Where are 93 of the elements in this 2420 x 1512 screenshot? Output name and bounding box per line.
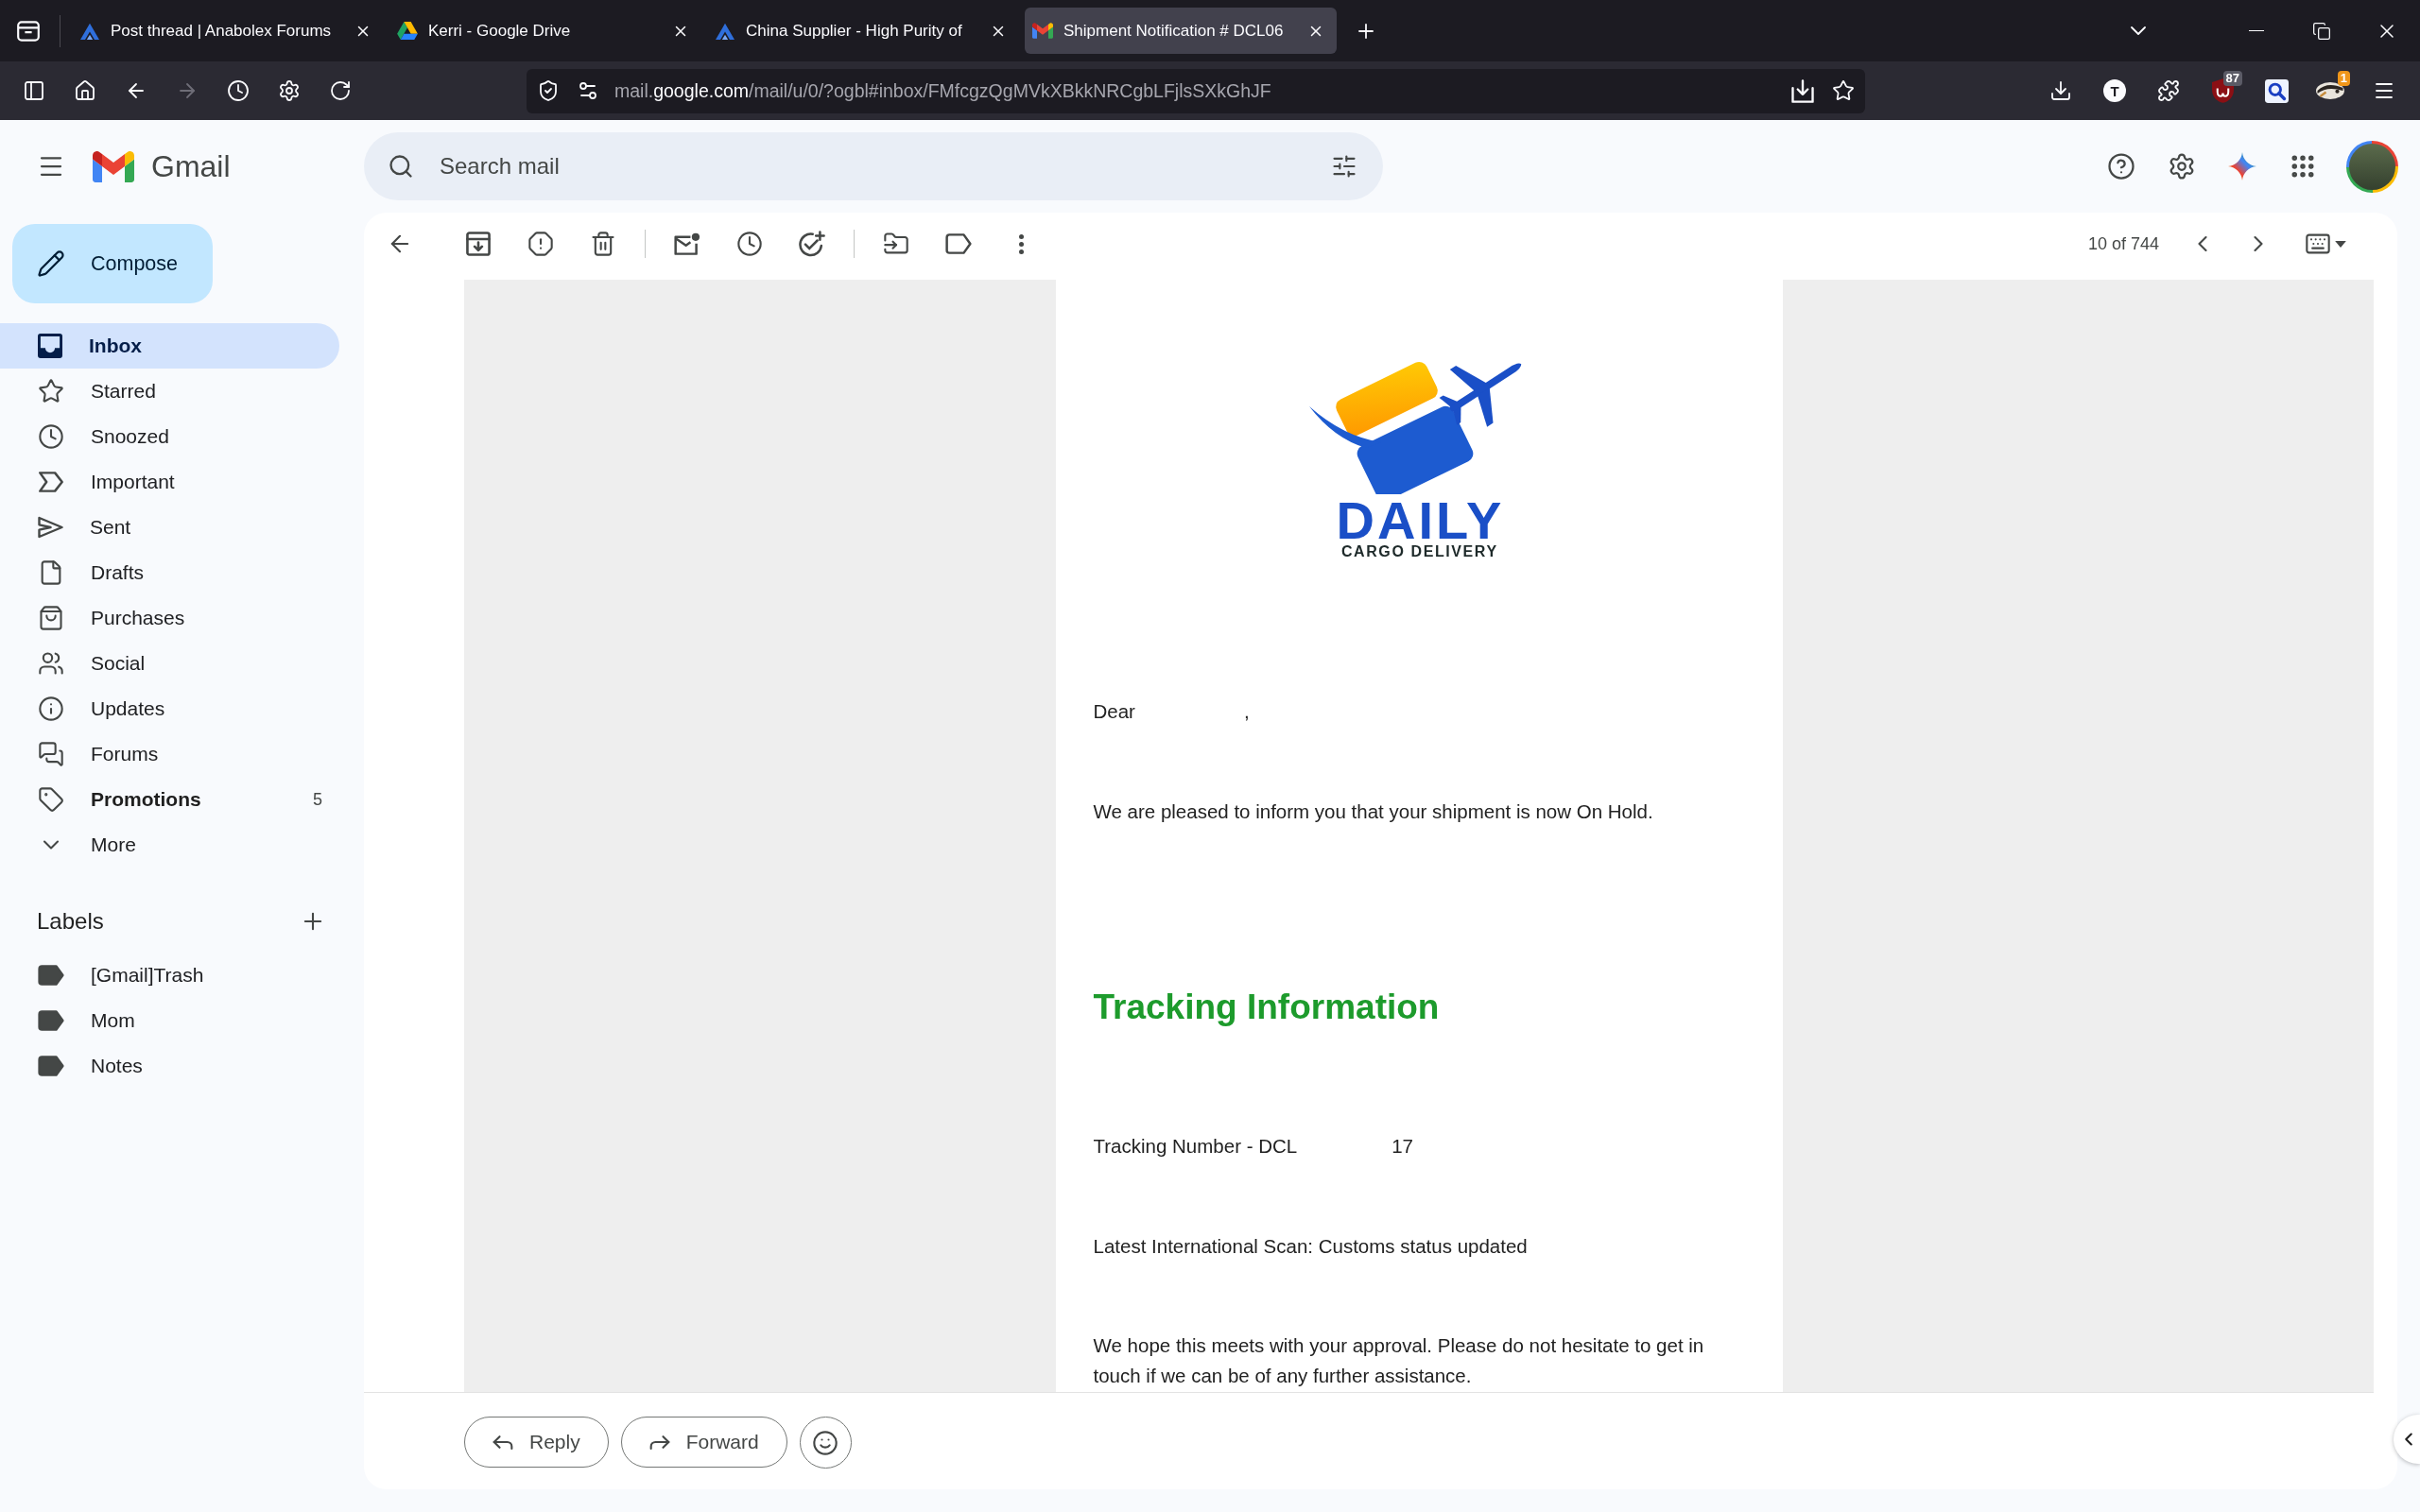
label-item[interactable]: Mom <box>0 998 339 1043</box>
extension-button[interactable]: T <box>2092 70 2137 112</box>
m-logo-icon <box>1032 23 1053 39</box>
sidebar-item[interactable]: More <box>0 822 339 868</box>
envelope-dot-icon <box>674 232 700 255</box>
clock-icon <box>38 423 64 450</box>
browser-tab[interactable]: Shipment Notification # DCL06 <box>1025 8 1337 54</box>
check-circle-plus-icon <box>799 231 825 257</box>
star-icon <box>38 378 64 404</box>
sidebar-item[interactable]: Snoozed <box>0 414 339 459</box>
compose-button[interactable]: Compose <box>12 224 213 303</box>
chevron-tag-icon <box>38 472 64 492</box>
shopping-bag-icon <box>38 605 64 631</box>
unread-count: 5 <box>313 789 322 810</box>
permissions-icon <box>577 79 599 102</box>
tracking-number-suffix: 17 <box>1392 1134 1413 1159</box>
tray-download-icon <box>1791 78 1814 103</box>
search-bar[interactable]: Search mail <box>364 132 1383 200</box>
help-icon <box>2107 152 2135 180</box>
address-bar[interactable]: mail.google.com/mail/u/0/?ogbl#inbox/FMfcgzQgMVkXBkkNRCgbLFjlsSXkGhJF <box>527 68 1865 113</box>
closing-text: We hope this meets with your approval. Please do not hesitate to get in touch if we can be of any further assistance. <box>1093 1333 1705 1388</box>
sidebar-item[interactable]: Important <box>0 459 339 505</box>
intro-text: We are pleased to inform you that your shipment is now On Hold. <box>1093 799 1654 824</box>
magnifier-tile-icon <box>2264 78 2289 103</box>
search-icon <box>388 153 414 180</box>
label-icon <box>38 965 64 986</box>
inbox-icon <box>38 334 62 358</box>
sliders-icon <box>1331 153 1357 180</box>
labels-heading: Labels <box>37 908 104 935</box>
trash-icon <box>590 231 616 257</box>
more-vertical-icon <box>1018 233 1024 254</box>
alert-octagon-icon <box>527 231 554 257</box>
settings-icon <box>278 79 301 102</box>
smiley-icon <box>812 1429 839 1456</box>
archive-icon <box>466 232 491 256</box>
restore-icon <box>2311 21 2331 41</box>
download-icon <box>2049 79 2072 102</box>
label-icon <box>38 1010 64 1031</box>
section-heading: Tracking Information <box>1093 987 1441 1028</box>
sidebar-item[interactable]: Updates <box>0 686 339 731</box>
extension-button[interactable]: 87 <box>2200 70 2245 112</box>
star-icon <box>1832 79 1855 102</box>
reload-icon <box>329 79 352 102</box>
chat-bubbles-icon <box>38 741 64 767</box>
sidebar-item[interactable]: Promotions 5 <box>0 777 339 822</box>
sidebar-item[interactable]: Starred <box>0 369 339 414</box>
sidebar-item[interactable]: Social <box>0 641 339 686</box>
window-tab-icon <box>17 20 40 42</box>
send-icon <box>38 516 63 539</box>
people-icon <box>38 650 64 677</box>
show-side-panel-button[interactable] <box>2394 1415 2420 1464</box>
minimize-icon <box>2248 29 2264 32</box>
notification-count: 1 <box>2337 71 2350 86</box>
sidebar-item[interactable]: Inbox <box>0 323 339 369</box>
pager-text: 10 of 744 <box>2087 233 2159 254</box>
search-field[interactable]: Search mail <box>440 147 1322 185</box>
tag-icon <box>38 786 64 813</box>
forward-button[interactable]: Forward <box>620 1417 787 1468</box>
sidebar-item[interactable]: Forums <box>0 731 339 777</box>
sparkle-icon <box>2228 152 2256 180</box>
home-icon <box>74 79 96 102</box>
app-name: Gmail <box>151 148 231 184</box>
info-icon <box>38 696 64 722</box>
browser-tab[interactable]: China Supplier - High Purity of <box>707 8 1019 54</box>
extension-initial: T <box>2103 79 2126 102</box>
label-item[interactable]: Notes <box>0 1043 339 1089</box>
label-item[interactable]: [Gmail]Trash <box>0 953 339 998</box>
tracking-number-label: Tracking Number - DCL <box>1093 1134 1298 1159</box>
label-icon <box>38 1056 64 1076</box>
sidebar-item[interactable]: Drafts <box>0 550 339 595</box>
greeting-punctuation: , <box>1243 699 1250 724</box>
label-icon <box>945 233 972 254</box>
browser-tab[interactable]: Kerri - Google Drive <box>389 8 701 54</box>
greeting-text: Dear <box>1093 699 1135 724</box>
sidebar-item[interactable]: Purchases <box>0 595 339 641</box>
striped-head-icon <box>2316 82 2344 99</box>
notification-count: 87 <box>2222 71 2242 86</box>
browser-tab[interactable]: Post thread | Anabolex Forums <box>72 8 384 54</box>
reply-button[interactable]: Reply <box>464 1417 609 1468</box>
sidebar-item[interactable]: Sent <box>0 505 339 550</box>
chevron-down-icon <box>2131 26 2146 35</box>
clock-icon <box>227 79 250 102</box>
triangle-logo-icon <box>397 22 418 40</box>
scan-status-text: Latest International Scan: Customs status updated <box>1093 1234 1529 1259</box>
caret-icon <box>2335 240 2346 248</box>
sidebar-icon <box>23 79 45 102</box>
clock-icon <box>736 231 763 257</box>
m-logo-icon <box>93 150 134 182</box>
shield-check-icon <box>537 79 560 102</box>
logo-subtitle: CARGO DELIVERY <box>1340 544 1498 559</box>
settings-icon <box>2168 152 2196 180</box>
puzzle-icon <box>2157 79 2180 102</box>
pencil-icon <box>37 249 65 278</box>
